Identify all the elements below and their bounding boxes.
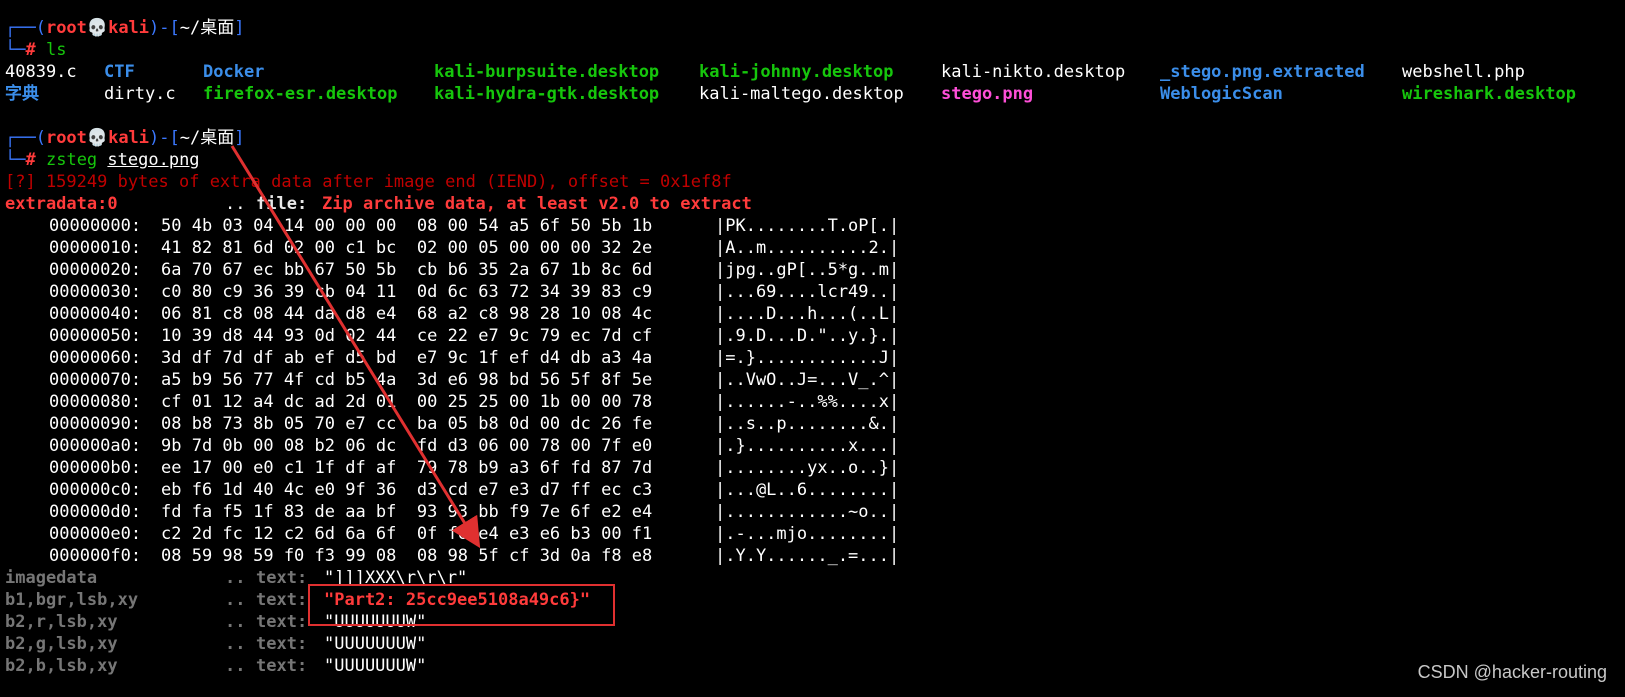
annotation-arrow — [230, 145, 481, 549]
watermark: CSDN @hacker-routing — [1417, 662, 1607, 682]
